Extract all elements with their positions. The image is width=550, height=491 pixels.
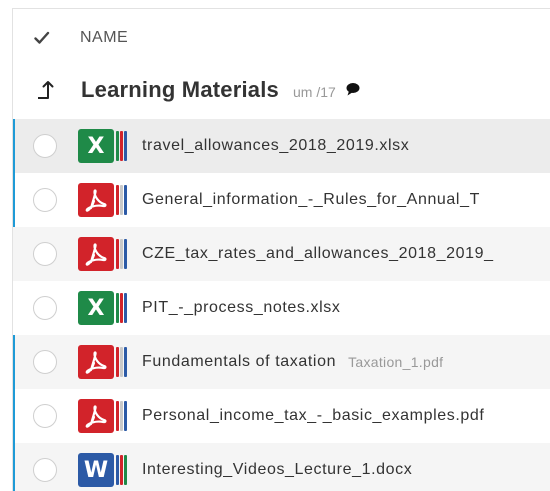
file-name[interactable]: Interesting_Videos_Lecture_1.docx [142,461,412,479]
file-row[interactable]: Xtravel_allowances_2018_2019.xlsx [13,119,550,173]
file-row[interactable]: CZE_tax_rates_and_allowances_2018_2019_ [13,227,550,281]
file-original-name: Taxation_1.pdf [348,354,444,370]
checkmark-icon[interactable] [31,27,53,49]
row-accent-bar [13,119,15,173]
file-row[interactable]: Fundamentals of taxation Taxation_1.pdf [13,335,550,389]
row-select-radio[interactable] [33,350,57,374]
file-row[interactable]: Personal_income_tax_-_basic_examples.pdf [13,389,550,443]
pdf-icon [78,183,128,217]
word-icon: W [78,453,128,487]
row-select-radio[interactable] [33,458,57,482]
row-select-radio[interactable] [33,242,57,266]
folder-count: um /17 [293,84,336,100]
file-name[interactable]: travel_allowances_2018_2019.xlsx [142,137,409,155]
file-name[interactable]: Fundamentals of taxation [142,353,336,371]
excel-icon: X [78,291,128,325]
row-select-radio[interactable] [33,134,57,158]
pdf-icon [78,345,128,379]
file-name[interactable]: CZE_tax_rates_and_allowances_2018_2019_ [142,245,494,263]
file-name[interactable]: PIT_-_process_notes.xlsx [142,299,340,317]
column-header-name[interactable]: NAME [80,29,128,47]
excel-icon: X [78,129,128,163]
file-name[interactable]: Personal_income_tax_-_basic_examples.pdf [142,407,484,425]
folder-header: Learning Materials um /17 [13,65,550,115]
row-accent-bar [13,443,15,491]
row-accent-bar [13,173,15,227]
file-row[interactable]: X PIT_-_process_notes.xlsx [13,281,550,335]
file-list: Xtravel_allowances_2018_2019.xlsx General… [13,119,550,491]
file-row[interactable]: W Interesting_Videos_Lecture_1.docx [13,443,550,491]
row-select-radio[interactable] [33,296,57,320]
file-name[interactable]: General_information_-_Rules_for_Annual_T [142,191,480,209]
file-browser: NAME Learning Materials um /17 Xtravel_a… [12,8,550,491]
list-header: NAME [13,9,550,67]
row-accent-bar [13,335,15,389]
pdf-icon [78,237,128,271]
folder-title: Learning Materials [81,77,279,102]
row-select-radio[interactable] [33,188,57,212]
row-select-radio[interactable] [33,404,57,428]
row-accent-bar [13,389,15,443]
file-row[interactable]: General_information_-_Rules_for_Annual_T [13,173,550,227]
pdf-icon [78,399,128,433]
parent-folder-icon[interactable] [33,77,59,103]
comment-icon[interactable] [344,80,362,98]
